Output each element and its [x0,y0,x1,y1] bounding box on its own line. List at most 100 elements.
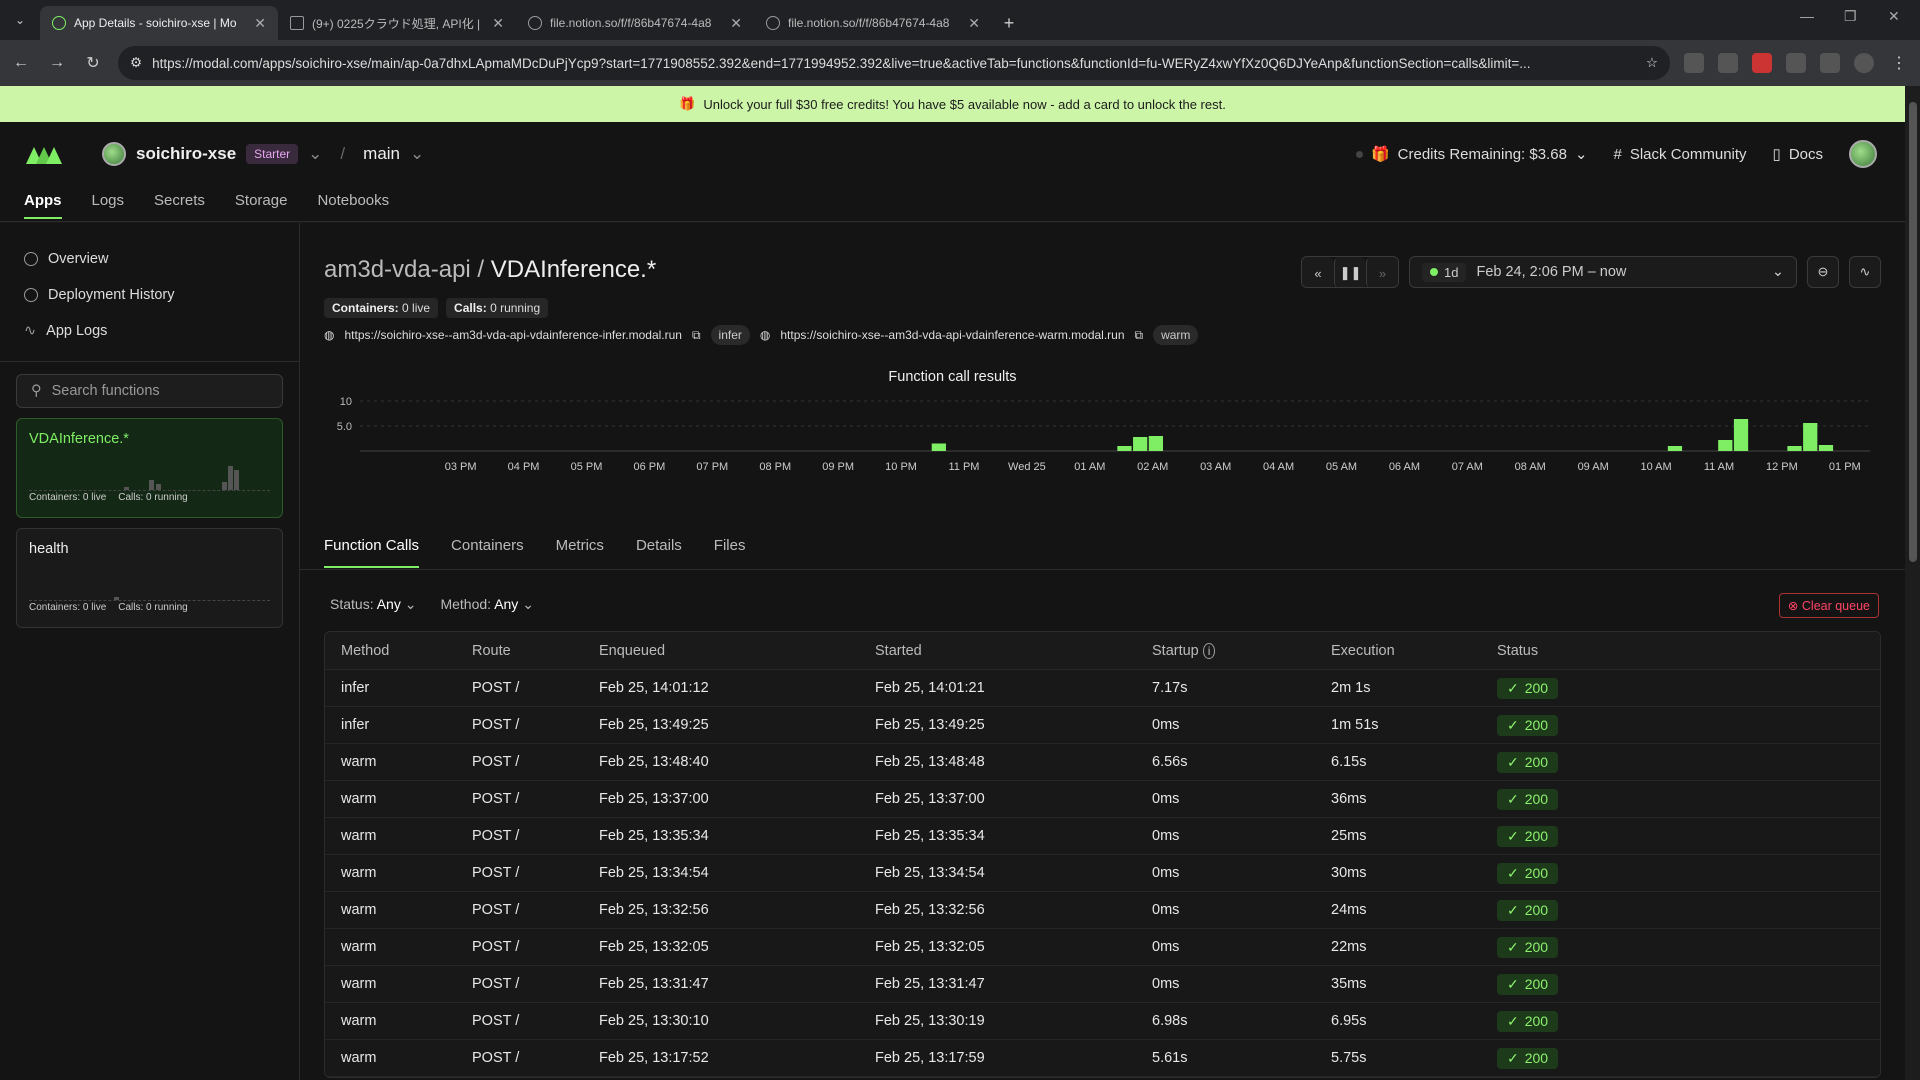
modal-logo-icon[interactable] [24,144,64,166]
tab-metrics[interactable]: Metrics [556,537,604,568]
table-cell: Feb 25, 13:34:54 [875,865,985,881]
tab-containers[interactable]: Containers [451,537,524,568]
browser-tab[interactable]: file.notion.so/f/f/86b47674-4a8 ✕ [516,6,754,40]
credits-dropdown[interactable]: 🎁 Credits Remaining: $3.68 ⌄ [1355,145,1588,163]
table-row[interactable]: warm POST / Feb 25, 13:31:47 Feb 25, 13:31:… [325,966,1880,1003]
method-filter[interactable]: Method: Any ⌄ [440,596,533,613]
nav-tab-storage[interactable]: Storage [235,192,288,219]
sidebar-item-deployment-history[interactable]: Deployment History [0,277,299,313]
scrollbar-thumb[interactable] [1909,102,1917,562]
table-cell: Feb 25, 13:48:48 [875,754,985,770]
chart-bar[interactable] [1803,423,1818,451]
credits-banner[interactable]: 🎁 Unlock your full $30 free credits! You… [0,86,1905,122]
close-icon[interactable]: ✕ [254,15,266,32]
table-row[interactable]: warm POST / Feb 25, 13:32:56 Feb 25, 13:32:… [325,892,1880,929]
info-icon[interactable]: i [1202,642,1216,659]
profile-avatar-icon[interactable] [1854,53,1874,73]
chart-bar[interactable] [1718,440,1733,451]
chart-bar[interactable] [1733,419,1749,451]
tab-search-icon[interactable]: ⌄ [0,0,40,40]
infer-url[interactable]: https://soichiro-xse--am3d-vda-api-vdain… [344,328,681,342]
chart-bar[interactable] [1787,446,1802,451]
table-cell: ✓ 200 [1497,1047,1697,1069]
nav-tab-logs[interactable]: Logs [92,192,125,219]
x-tick-label: Wed 25 [1008,461,1046,473]
chart-bar[interactable] [1818,445,1834,451]
bookmark-star-icon[interactable]: ☆ [1646,55,1658,71]
sidebar: Overview Deployment History ∿ App Logs ⚲ S… [0,223,300,1080]
nav-tab-notebooks[interactable]: Notebooks [317,192,389,219]
table-row[interactable]: warm POST / Feb 25, 13:30:10 Feb 25, 13:30:… [325,1003,1880,1040]
tab-files[interactable]: Files [714,537,746,568]
sidebar-item-app-logs[interactable]: ∿ App Logs [0,313,299,349]
nav-tab-secrets[interactable]: Secrets [154,192,205,219]
pause-icon[interactable]: ❚❚ [1334,257,1366,287]
workspace-switcher[interactable]: soichiro-xse Starter ⌄ / main ⌄ [102,142,424,166]
clear-queue-button[interactable]: ⊗ Clear queue [1778,593,1879,618]
extensions-puzzle-icon[interactable] [1786,53,1806,73]
chevron-down-icon[interactable]: ⌄ [308,144,322,164]
activity-icon[interactable]: ∿ [1849,256,1881,288]
copy-icon[interactable]: ⧉ [692,328,701,343]
book-icon: ▯ [1772,146,1781,163]
close-icon[interactable]: ✕ [968,15,980,32]
new-tab-button[interactable]: + [992,6,1026,40]
table-row[interactable]: warm POST / Feb 25, 13:32:05 Feb 25, 13:32:… [325,929,1880,966]
function-card-vdainference[interactable]: VDAInference.* Containers: 0 live Calls: … [16,418,283,518]
table-row[interactable]: warm POST / Feb 25, 13:37:00 Feb 25, 13:37:… [325,781,1880,818]
extension-icon[interactable] [1684,53,1704,73]
tab-function-calls[interactable]: Function Calls [324,537,420,568]
time-range-select[interactable]: 1d Feb 24, 2:06 PM – now ⌄ [1409,256,1797,288]
status-badge: ✓ 200 [1497,973,1559,995]
calls-label: Calls: [454,301,487,315]
browser-menu-icon[interactable]: ⋮ [1888,53,1910,73]
nav-tab-apps[interactable]: Apps [24,192,62,219]
chart-bar[interactable] [1117,446,1132,451]
sidebar-item-overview[interactable]: Overview [0,241,299,277]
table-row[interactable]: warm POST / Feb 25, 13:34:54 Feb 25, 13:34:… [325,855,1880,892]
copy-icon[interactable]: ⧉ [1135,328,1144,343]
browser-tab[interactable]: file.notion.so/f/f/86b47674-4a8 ✕ [754,6,992,40]
warm-url[interactable]: https://soichiro-xse--am3d-vda-api-vdain… [780,328,1124,342]
browser-tab[interactable]: (9+) 0225クラウド処理, API化 | N ✕ [278,6,516,40]
forward-icon[interactable]: → [46,54,68,72]
table-row[interactable]: infer POST / Feb 25, 14:01:12 Feb 25, 14:01… [325,670,1880,707]
restore-icon[interactable]: ❐ [1844,8,1857,25]
table-cell: 6.56s [1152,754,1188,770]
table-row[interactable]: warm POST / Feb 25, 13:35:34 Feb 25, 13:35:… [325,818,1880,855]
search-functions-input[interactable]: ⚲ Search functions [16,374,283,408]
chart-bar[interactable] [1667,446,1683,451]
docs-link[interactable]: ▯ Docs [1772,145,1823,164]
zoom-out-icon[interactable]: ⊖ [1807,256,1839,288]
close-icon[interactable]: ✕ [492,15,504,32]
close-icon[interactable]: ✕ [730,15,742,32]
fast-forward-icon[interactable]: » [1366,257,1398,287]
function-card-health[interactable]: health Containers: 0 live Calls: 0 runnin… [16,528,283,628]
back-icon[interactable]: ← [10,54,32,72]
containers-chip: Containers: 0 live [324,298,439,318]
extension-icon[interactable] [1718,53,1738,73]
tab-details[interactable]: Details [636,537,682,568]
minimize-icon[interactable]: — [1800,8,1814,24]
extension-icon[interactable] [1752,53,1772,73]
table-row[interactable]: warm POST / Feb 25, 13:48:40 Feb 25, 13:48:… [325,744,1880,781]
reload-icon[interactable]: ↻ [82,53,104,73]
table-cell: ✓ 200 [1497,862,1697,884]
user-avatar[interactable] [1849,140,1877,168]
table-row[interactable]: infer POST / Feb 25, 13:49:25 Feb 25, 13:49… [325,707,1880,744]
chart-bar[interactable] [1133,437,1148,451]
slack-community-link[interactable]: # Slack Community [1614,146,1747,163]
chevron-down-icon[interactable]: ⌄ [410,144,424,164]
rewind-icon[interactable]: « [1302,257,1334,287]
chart-bar[interactable] [931,443,946,452]
reading-list-icon[interactable] [1820,53,1840,73]
address-bar[interactable]: ⚙ https://modal.com/apps/soichiro-xse/ma… [118,46,1670,80]
table-row[interactable]: warm POST / Feb 25, 13:17:52 Feb 25, 13:17:… [325,1040,1880,1077]
browser-tab[interactable]: App Details - soichiro-xse | Mo ✕ [40,6,278,40]
environment-name[interactable]: main [363,144,400,164]
close-window-icon[interactable]: ✕ [1888,8,1900,25]
chart-bar[interactable] [1148,436,1164,451]
site-info-icon[interactable]: ⚙ [130,55,142,71]
app-name[interactable]: am3d-vda-api [324,256,471,283]
status-filter[interactable]: Status: Any ⌄ [330,596,416,613]
